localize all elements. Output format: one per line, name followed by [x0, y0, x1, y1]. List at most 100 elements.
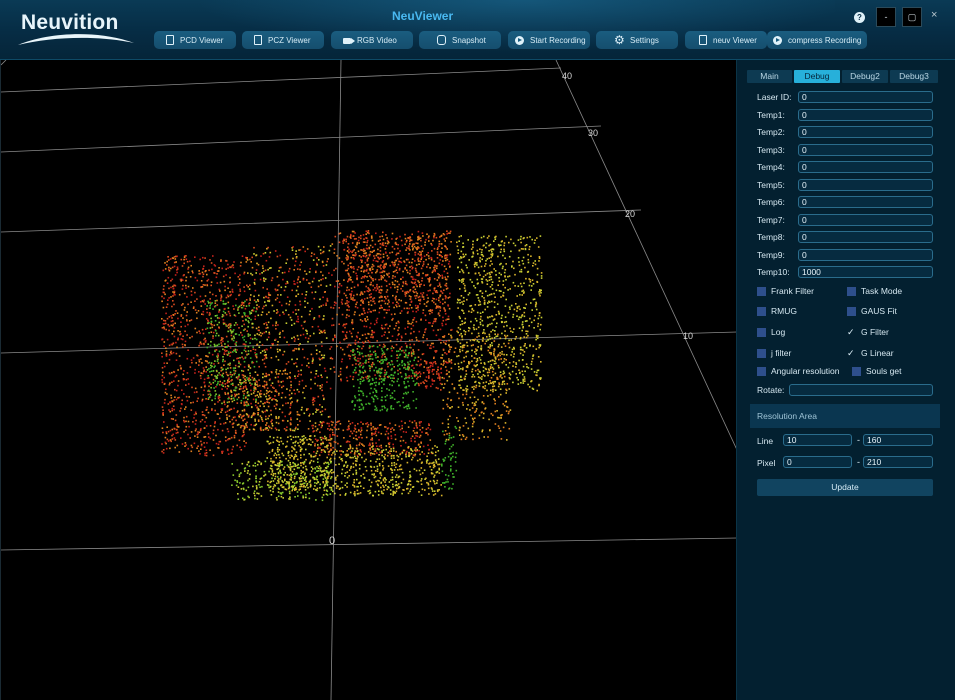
point	[379, 271, 381, 274]
point	[446, 373, 448, 375]
point	[420, 267, 423, 270]
point	[451, 406, 453, 408]
point	[318, 351, 321, 353]
point	[351, 242, 354, 244]
point	[405, 377, 408, 379]
point	[440, 363, 443, 365]
point	[233, 324, 236, 326]
point	[259, 331, 262, 334]
point	[188, 396, 190, 398]
point	[210, 281, 213, 283]
point	[272, 342, 274, 345]
point	[530, 380, 533, 382]
point	[382, 231, 384, 234]
point	[422, 336, 424, 339]
point	[515, 303, 517, 305]
maximize-button[interactable]: ▢	[902, 7, 922, 27]
point	[209, 304, 211, 307]
point	[300, 261, 302, 264]
point	[194, 429, 197, 432]
point	[378, 296, 381, 299]
point	[170, 418, 173, 420]
pcd-viewer-button[interactable]: PCD Viewer	[154, 31, 236, 49]
point	[516, 315, 518, 317]
point	[482, 374, 485, 376]
point	[487, 349, 490, 352]
point	[230, 332, 233, 334]
point	[505, 392, 507, 394]
point	[361, 371, 364, 374]
point	[186, 296, 188, 298]
point	[171, 305, 173, 308]
pcz-viewer-button[interactable]: PCZ Viewer	[242, 31, 324, 49]
point	[381, 271, 383, 274]
point	[216, 273, 218, 275]
point	[345, 366, 348, 369]
point	[220, 367, 223, 369]
point	[438, 299, 440, 302]
settings-button[interactable]: ⚙ Settings	[596, 31, 678, 49]
point	[458, 315, 461, 318]
point	[415, 336, 418, 339]
point	[485, 278, 488, 281]
point	[176, 266, 179, 269]
rgb-video-button[interactable]: RGB Video	[331, 31, 413, 49]
point	[504, 334, 506, 337]
start-recording-button[interactable]: Start Recording	[508, 31, 590, 49]
point	[369, 392, 371, 395]
point-cloud-canvas[interactable]: 40 30 20 10 0	[1, 60, 737, 700]
point	[498, 280, 501, 282]
point	[480, 315, 482, 318]
point	[356, 307, 359, 309]
point	[440, 389, 442, 391]
point	[539, 328, 541, 331]
point	[511, 370, 514, 373]
minimize-button[interactable]: -	[876, 7, 896, 27]
point	[291, 337, 293, 340]
point	[475, 320, 478, 322]
point	[372, 426, 375, 428]
point	[485, 246, 487, 249]
point	[492, 374, 495, 376]
point	[191, 446, 194, 449]
point	[476, 340, 479, 342]
point	[540, 323, 542, 326]
point	[417, 349, 420, 351]
point	[459, 346, 462, 348]
point	[313, 478, 316, 481]
close-button[interactable]: ×	[931, 9, 937, 21]
point	[422, 312, 424, 314]
point	[371, 434, 373, 436]
point	[391, 238, 393, 240]
point	[464, 397, 466, 400]
point	[501, 383, 503, 386]
compress-recording-button[interactable]: compress Recording	[767, 31, 867, 49]
point	[281, 272, 284, 274]
point	[398, 401, 400, 403]
point	[284, 286, 287, 288]
help-icon[interactable]: ?	[854, 12, 865, 23]
point	[268, 256, 271, 258]
point	[475, 410, 477, 412]
point	[231, 288, 234, 291]
point	[523, 237, 525, 239]
point	[234, 272, 236, 275]
point	[482, 244, 485, 247]
point	[489, 345, 492, 348]
point	[187, 383, 190, 385]
point	[319, 487, 321, 489]
point	[461, 281, 463, 283]
point-cloud-viewport[interactable]: 40 30 20 10 0	[0, 60, 737, 700]
point	[390, 435, 393, 437]
point	[399, 235, 401, 238]
point	[513, 328, 515, 330]
snapshot-button[interactable]: Snapshot	[419, 31, 501, 49]
point	[488, 335, 491, 338]
point	[358, 242, 360, 244]
point	[266, 288, 268, 290]
point	[400, 436, 403, 438]
point	[166, 426, 168, 428]
point	[286, 388, 288, 390]
point	[408, 407, 411, 410]
neuv-viewer-button[interactable]: neuv Viewer	[685, 31, 767, 49]
